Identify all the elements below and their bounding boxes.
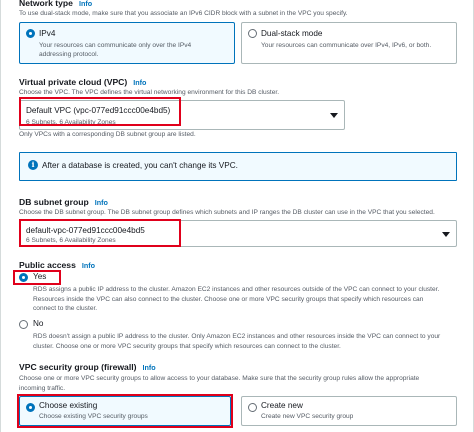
vpc-info-link[interactable]: Info: [133, 78, 146, 87]
chevron-down-icon: [330, 113, 338, 118]
security-group-label-text: VPC security group (firewall): [19, 362, 137, 372]
public-access-yes-description: RDS assigns a public IP address to the c…: [33, 285, 463, 314]
vpc-select-value: Default VPC (vpc-077ed91ccc00e4bd5): [26, 106, 171, 115]
network-type-option-ipv4[interactable]: IPv4 Your resources can communicate only…: [19, 22, 235, 64]
vpc-label: Virtual private cloud (VPC) Info: [19, 77, 146, 87]
dual-stack-option-description: Your resources can communicate over IPv4…: [261, 42, 432, 49]
no-description-line-1: RDS doesn't assign a public IP address t…: [33, 333, 441, 340]
network-type-info-link[interactable]: Info: [79, 0, 92, 8]
network-type-label: Network type Info: [19, 0, 92, 8]
no-description-line-2: cluster. Choose one or more VPC security…: [33, 342, 341, 350]
security-group-label: VPC security group (firewall) Info: [19, 362, 156, 372]
public-access-yes-label: Yes: [33, 272, 47, 281]
create-new-radio[interactable]: [248, 403, 257, 412]
choose-existing-label: Choose existing: [39, 401, 98, 410]
subnet-group-label: DB subnet group Info: [19, 197, 108, 207]
ipv4-option-label: IPv4: [39, 29, 56, 38]
choose-existing-description: Choose existing VPC security groups: [39, 413, 148, 420]
public-access-info-link[interactable]: Info: [82, 261, 95, 270]
network-type-description: To use dual-stack mode, make sure that y…: [19, 10, 348, 17]
vpc-select[interactable]: Default VPC (vpc-077ed91ccc00e4bd5) 6 Su…: [19, 100, 345, 130]
security-group-description-line-1: Choose one or more VPC security groups t…: [19, 375, 420, 382]
create-new-description: Create new VPC security group: [261, 413, 354, 420]
public-access-no-radio[interactable]: [19, 320, 28, 329]
alert-text: After a database is created, you can't c…: [42, 161, 238, 170]
chevron-down-icon: [442, 232, 450, 237]
vpc-label-text: Virtual private cloud (VPC): [19, 77, 128, 87]
subnet-group-select[interactable]: default-vpc-077ed91ccc00e4bd5 6 Subnets,…: [19, 220, 457, 247]
vpc-select-meta: 6 Subnets, 6 Availability Zones: [26, 119, 116, 126]
subnet-group-info-link[interactable]: Info: [95, 198, 108, 207]
yes-description-line-2: Resources inside the VPC can also connec…: [33, 295, 424, 303]
subnet-group-select-value: default-vpc-077ed91ccc00e4bd5: [26, 226, 145, 235]
yes-description-line-1: RDS assigns a public IP address to the c…: [33, 286, 440, 293]
create-new-label: Create new: [261, 401, 303, 410]
vpc-immutable-alert: i After a database is created, you can't…: [19, 152, 457, 181]
security-group-description-line-2: incoming traffic.: [19, 384, 66, 392]
public-access-no-description: RDS doesn't assign a public IP address t…: [33, 332, 463, 351]
security-group-option-choose-existing[interactable]: Choose existing Choose existing VPC secu…: [19, 396, 231, 426]
public-access-label-text: Public access: [19, 260, 76, 270]
security-group-option-create-new[interactable]: Create new Create new VPC security group: [241, 396, 457, 426]
ipv4-option-description-line-1: Your resources can communicate only over…: [39, 42, 192, 49]
subnet-group-select-meta: 6 Subnets, 6 Availability Zones: [26, 237, 116, 244]
vpc-hint: Only VPCs with a corresponding DB subnet…: [19, 131, 196, 138]
dual-stack-radio[interactable]: [248, 29, 257, 38]
network-type-option-dual-stack[interactable]: Dual-stack mode Your resources can commu…: [241, 22, 457, 64]
vpc-description: Choose the VPC. The VPC defines the virt…: [19, 89, 280, 96]
security-group-description: Choose one or more VPC security groups t…: [19, 374, 459, 393]
info-icon: i: [28, 160, 38, 170]
public-access-yes-radio[interactable]: [19, 273, 28, 282]
network-type-label-text: Network type: [19, 0, 73, 8]
yes-description-line-3: connect to the cluster.: [33, 305, 98, 312]
subnet-group-description: Choose the DB subnet group. The DB subne…: [19, 209, 435, 216]
security-group-info-link[interactable]: Info: [142, 363, 155, 372]
dual-stack-option-label: Dual-stack mode: [261, 29, 323, 38]
choose-existing-radio[interactable]: [26, 403, 35, 412]
ipv4-option-description-line-2: addressing protocol.: [39, 51, 99, 58]
public-access-no-label: No: [33, 319, 44, 328]
ipv4-option-description: Your resources can communicate only over…: [39, 41, 191, 59]
subnet-group-label-text: DB subnet group: [19, 197, 89, 207]
ipv4-radio[interactable]: [26, 29, 35, 38]
public-access-label: Public access Info: [19, 260, 95, 270]
